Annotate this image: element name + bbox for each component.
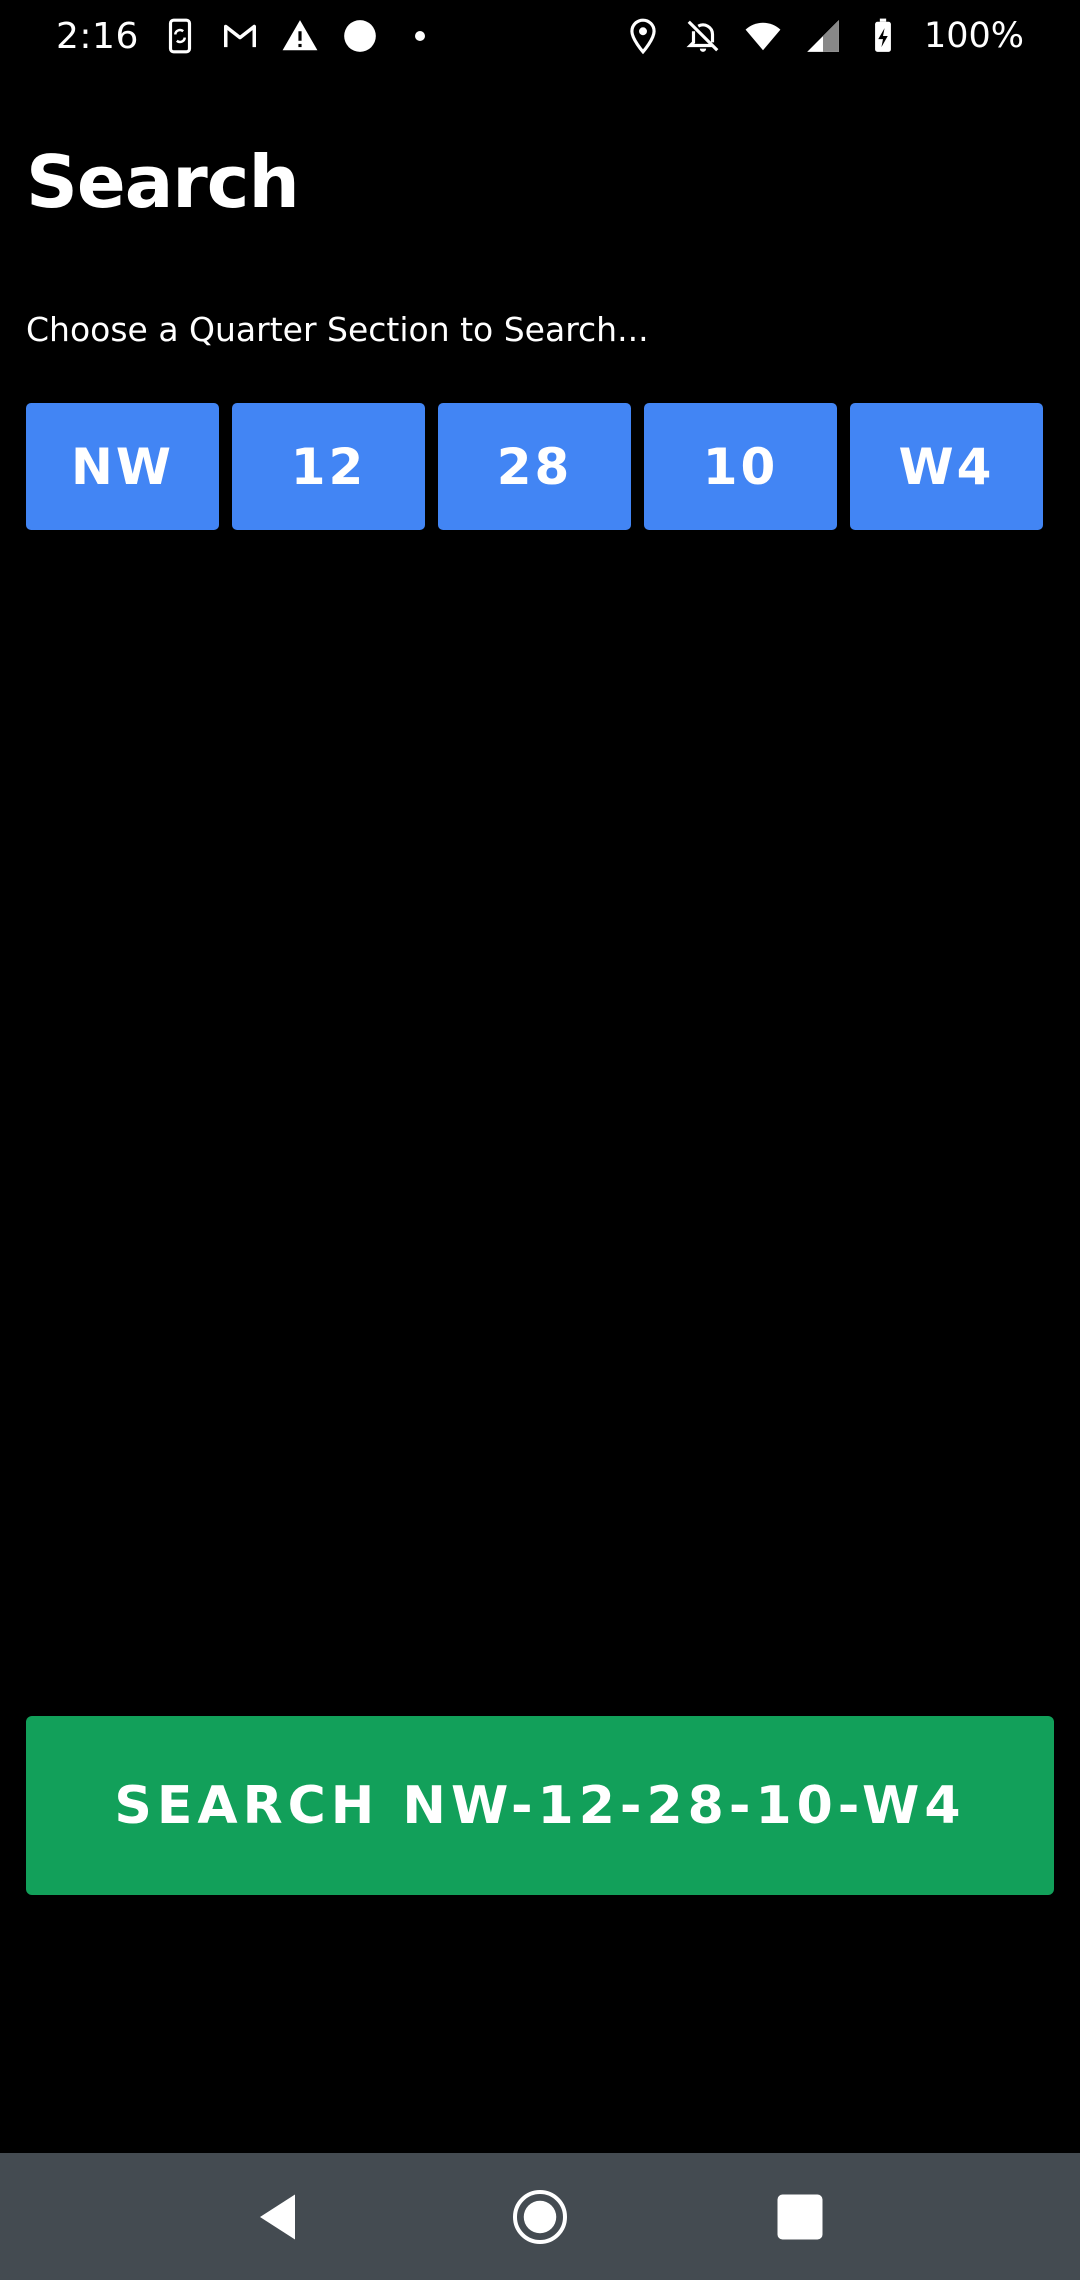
quarter-selector-button[interactable]: NW xyxy=(26,403,219,530)
section-selector-button[interactable]: 12 xyxy=(232,403,425,530)
recents-button[interactable] xyxy=(760,2177,840,2257)
wifi-icon xyxy=(744,17,782,55)
gmail-icon xyxy=(221,17,259,55)
township-selector-button[interactable]: 28 xyxy=(438,403,631,530)
recents-icon xyxy=(777,2194,823,2239)
page-title: Search xyxy=(26,140,300,224)
circle-icon xyxy=(341,17,379,55)
battery-charging-icon xyxy=(864,17,902,55)
status-time: 2:16 xyxy=(56,15,139,57)
warning-icon xyxy=(281,17,319,55)
page-subtitle: Choose a Quarter Section to Search... xyxy=(26,310,649,349)
quarter-section-selector-row: NW 12 28 10 W4 xyxy=(26,403,1043,530)
location-icon xyxy=(624,17,662,55)
signal-icon xyxy=(804,17,842,55)
battery-percent: 100% xyxy=(923,16,1024,56)
bell-off-icon xyxy=(684,17,722,55)
meridian-selector-button[interactable]: W4 xyxy=(850,403,1043,530)
back-button[interactable] xyxy=(240,2177,320,2257)
home-button[interactable] xyxy=(500,2177,580,2257)
status-right: 100% xyxy=(624,16,1024,56)
back-icon xyxy=(260,2194,295,2239)
home-icon xyxy=(513,2189,567,2244)
screen: 2:16 100% Search Choose a Quarter Sectio… xyxy=(0,0,1080,2280)
status-bar: 2:16 100% xyxy=(0,0,1080,72)
range-selector-button[interactable]: 10 xyxy=(644,403,837,530)
navigation-bar xyxy=(0,2153,1080,2280)
sync-phone-icon xyxy=(161,17,199,55)
search-button[interactable]: SEARCH NW-12-28-10-W4 xyxy=(26,1716,1054,1895)
dot-icon xyxy=(401,17,439,55)
status-left: 2:16 xyxy=(56,16,439,57)
